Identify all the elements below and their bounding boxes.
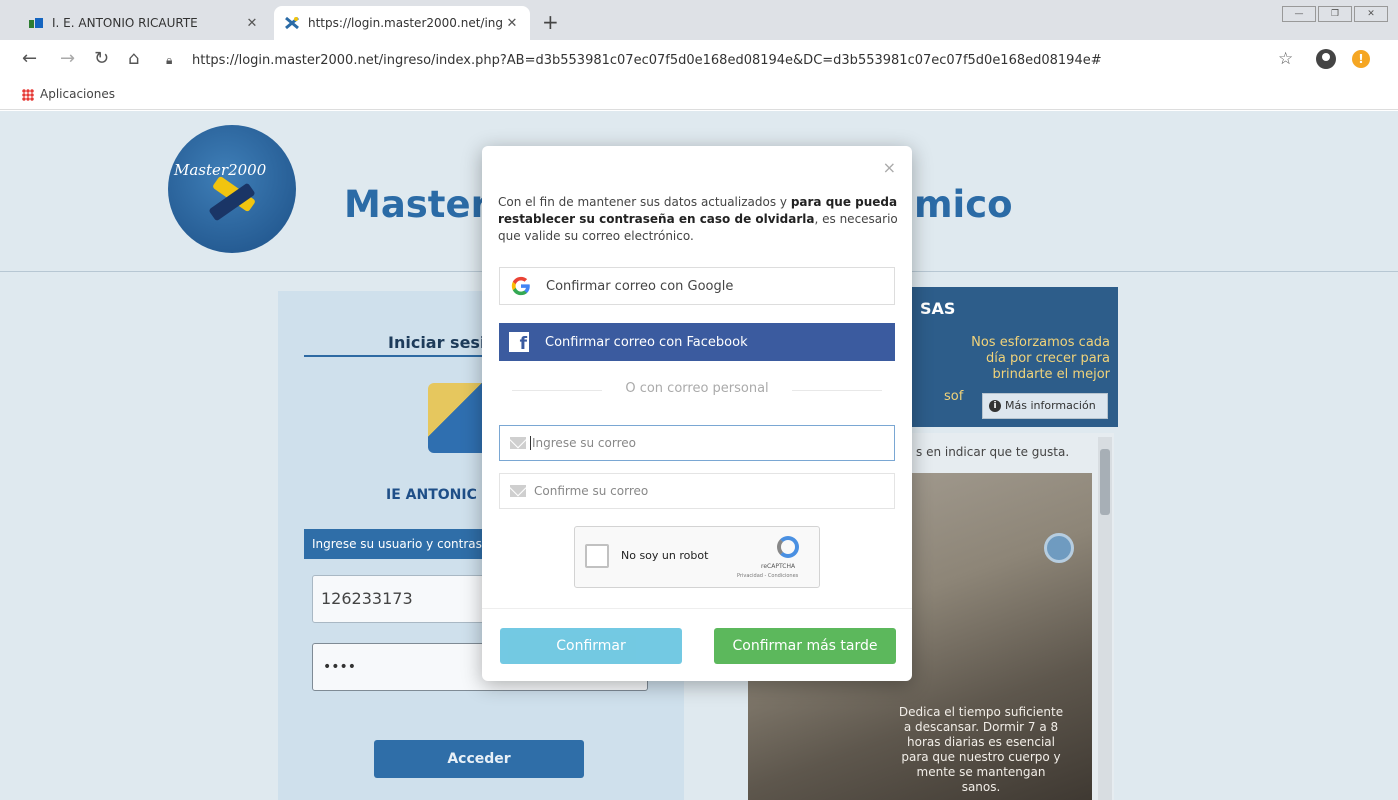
google-button-label: Confirmar correo con Google xyxy=(546,278,734,294)
confirm-button[interactable]: Confirmar xyxy=(500,628,682,664)
bookmark-star-icon[interactable]: ☆ xyxy=(1278,49,1293,69)
email-placeholder: Ingrese su correo xyxy=(532,436,636,450)
modal-footer-divider xyxy=(482,608,912,609)
close-icon[interactable]: × xyxy=(883,158,896,177)
window-controls: — ❐ ✕ xyxy=(1280,6,1388,22)
page-title-right: mico xyxy=(914,183,1013,226)
restore-button[interactable]: ❐ xyxy=(1318,6,1352,22)
page-title: Master mico xyxy=(344,183,1013,226)
feed-like-text: s en indicar que te gusta. xyxy=(916,445,1070,459)
google-icon xyxy=(511,276,530,296)
reload-icon[interactable]: ↻ xyxy=(94,48,109,69)
login-heading: Iniciar sesi xyxy=(388,333,486,352)
address-bar[interactable]: 🔒︎ https://login.master2000.net/ingreso/… xyxy=(166,46,1296,74)
email-confirm-placeholder: Confirme su correo xyxy=(534,484,649,498)
update-warning-icon[interactable]: ! xyxy=(1352,50,1370,68)
email-verification-modal: × Con el fin de mantener sus datos actua… xyxy=(482,146,912,681)
recaptcha-terms[interactable]: Privacidad - Condiciones xyxy=(737,573,798,579)
bookmarks-bar: Aplicaciones xyxy=(0,80,1398,110)
confirm-later-button[interactable]: Confirmar más tarde xyxy=(714,628,896,664)
recaptcha-widget: No soy un robot reCAPTCHA Privacidad - C… xyxy=(574,526,820,588)
recaptcha-brand: reCAPTCHA xyxy=(761,563,796,570)
logo-text: Master2000 xyxy=(174,161,267,179)
master2000-logo: Master2000 xyxy=(168,125,296,253)
email-confirm-input[interactable]: Confirme su correo xyxy=(499,473,895,509)
minimize-button[interactable]: — xyxy=(1282,6,1316,22)
bookmark-apps[interactable]: Aplicaciones xyxy=(40,87,115,101)
envelope-icon xyxy=(510,485,526,497)
home-icon[interactable]: ⌂ xyxy=(128,48,139,69)
facebook-confirm-button[interactable]: f Confirmar correo con Facebook xyxy=(499,323,895,361)
company-slogan-end: sof xyxy=(944,389,964,404)
url-text: https://login.master2000.net/ingreso/ind… xyxy=(192,52,1102,68)
envelope-icon xyxy=(510,437,526,449)
tab-bar: I. E. ANTONIO RICAURTE ✕ https://login.m… xyxy=(0,0,1398,40)
back-icon[interactable]: ← xyxy=(22,48,37,69)
forward-icon[interactable]: → xyxy=(60,48,75,69)
divider-text: O con correo personal xyxy=(602,381,792,396)
recaptcha-checkbox[interactable] xyxy=(585,544,609,568)
company-slogan: Nos esforzamos cada día por crecer para … xyxy=(971,335,1110,382)
facebook-button-label: Confirmar correo con Facebook xyxy=(545,334,748,350)
tab-title: I. E. ANTONIO RICAURTE xyxy=(52,16,198,30)
tab-close-icon[interactable]: ✕ xyxy=(504,16,520,31)
browser-toolbar: ← → ↻ ⌂ 🔒︎ https://login.master2000.net/… xyxy=(0,40,1398,80)
lock-icon: 🔒︎ xyxy=(166,52,173,67)
company-name: SAS xyxy=(920,299,956,318)
facebook-icon: f xyxy=(509,332,529,352)
recaptcha-label: No soy un robot xyxy=(621,549,709,562)
new-tab-button[interactable]: + xyxy=(542,10,559,34)
login-button[interactable]: Acceder xyxy=(374,740,584,778)
master2000-favicon-icon xyxy=(285,16,299,30)
tab-title: https://login.master2000.net/ing xyxy=(308,16,504,30)
tab-master2000[interactable]: https://login.master2000.net/ing ✕ xyxy=(274,6,530,40)
tab-antonio-ricaurte[interactable]: I. E. ANTONIO RICAURTE ✕ xyxy=(18,6,270,40)
apps-grid-icon[interactable] xyxy=(22,89,34,101)
fan-icon xyxy=(1044,533,1074,563)
company-banner: SAS Nos esforzamos cada día por crecer p… xyxy=(898,287,1118,427)
school-name: IE ANTONIC xyxy=(386,487,477,503)
feed-scrollbar[interactable] xyxy=(1098,437,1112,800)
scrollbar-thumb[interactable] xyxy=(1100,449,1110,515)
tab-close-icon[interactable]: ✕ xyxy=(244,16,260,31)
site-favicon-icon xyxy=(29,18,43,28)
modal-message: Con el fin de mantener sus datos actuali… xyxy=(498,195,898,243)
feed-post-text: Dedica el tiempo suficiente a descansar.… xyxy=(898,705,1064,794)
close-window-button[interactable]: ✕ xyxy=(1354,6,1388,22)
email-input[interactable]: Ingrese su correo xyxy=(499,425,895,461)
google-confirm-button[interactable]: Confirmar correo con Google xyxy=(499,267,895,305)
more-info-button[interactable]: Más información xyxy=(982,393,1108,419)
profile-avatar-icon[interactable] xyxy=(1316,49,1336,69)
recaptcha-logo-icon xyxy=(777,536,799,558)
page-title-left: Master xyxy=(344,183,489,226)
